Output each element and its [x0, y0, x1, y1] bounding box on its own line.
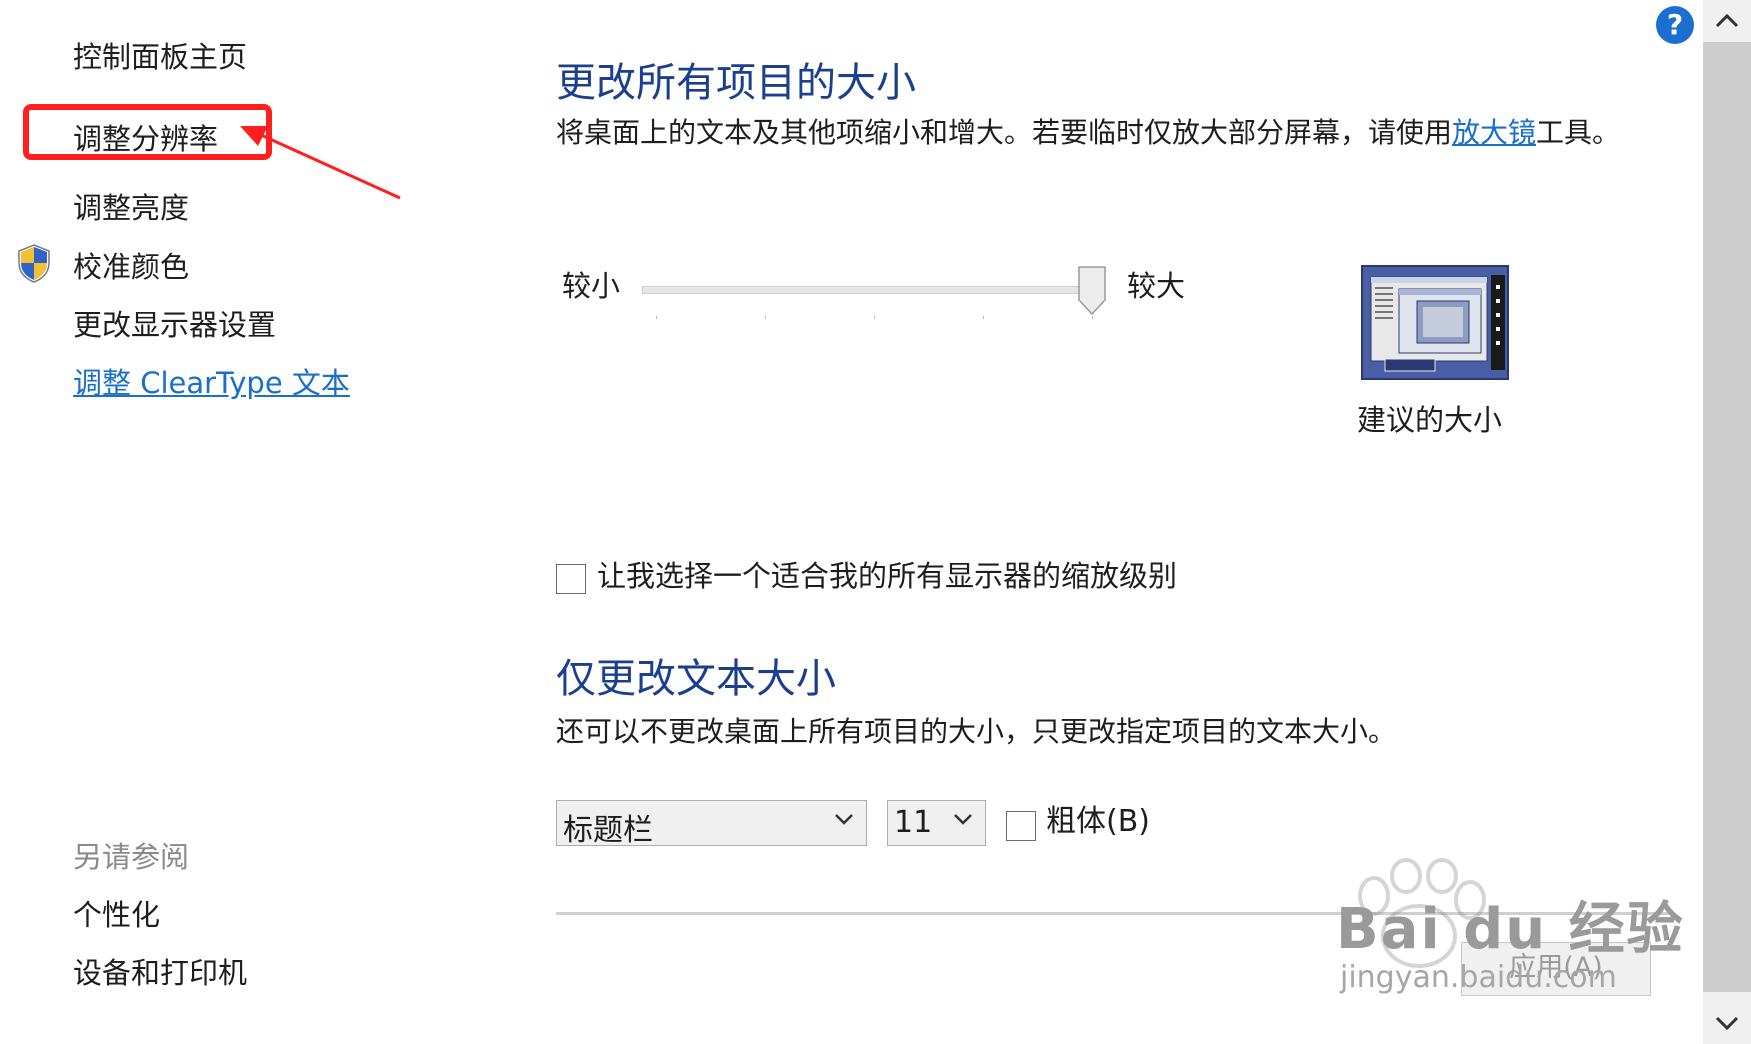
slider-tick — [983, 316, 984, 319]
slider-thumb[interactable] — [1078, 266, 1106, 316]
chevron-down-icon — [954, 814, 972, 825]
sidebar-item-control-panel-home[interactable]: 控制面板主页 — [73, 34, 247, 76]
description-text-end: 工具。 — [1536, 116, 1621, 149]
section-description: 将桌面上的文本及其他项缩小和增大。若要临时仅放大部分屏幕，请使用放大镜工具。 — [556, 113, 1656, 153]
watermark-url: jingyan.baidu.com — [1340, 960, 1617, 995]
scrollbar-thumb[interactable] — [1703, 42, 1751, 992]
scroll-down-arrow-icon[interactable] — [1703, 1002, 1751, 1042]
chevron-down-icon — [835, 814, 853, 825]
see-also-title: 另请参阅 — [73, 840, 190, 874]
size-slider-track[interactable] — [642, 286, 1096, 294]
item-select-value: 标题栏 — [563, 813, 653, 848]
slider-min-label: 较小 — [562, 269, 621, 303]
size-select-dropdown[interactable]: 11 — [887, 800, 986, 846]
section-title-text-size: 仅更改文本大小 — [556, 656, 836, 702]
section2-description: 还可以不更改桌面上所有项目的大小，只更改指定项目的文本大小。 — [556, 715, 1397, 748]
slider-tick — [656, 316, 657, 319]
bold-checkbox[interactable] — [1006, 811, 1036, 841]
size-preview-image — [1361, 265, 1509, 380]
scroll-up-arrow-icon[interactable] — [1703, 2, 1751, 42]
slider-tick — [874, 316, 875, 319]
see-also-devices-printers[interactable]: 设备和打印机 — [73, 950, 247, 992]
bold-checkbox-label[interactable]: 粗体(B) — [1046, 802, 1150, 842]
scale-level-checkbox[interactable] — [556, 564, 586, 594]
help-icon[interactable]: ? — [1656, 6, 1694, 44]
sidebar-item-calibrate-color[interactable]: 校准颜色 — [73, 244, 189, 286]
sidebar-item-adjust-brightness[interactable]: 调整亮度 — [73, 185, 189, 227]
preview-caption: 建议的大小 — [1357, 403, 1503, 437]
item-select-dropdown[interactable]: 标题栏 — [556, 800, 867, 848]
magnifier-link[interactable]: 放大镜 — [1452, 116, 1536, 149]
slider-tick — [765, 316, 766, 319]
description-text: 将桌面上的文本及其他项缩小和增大。若要临时仅放大部分屏幕，请使用 — [556, 116, 1453, 149]
red-arrow-annotation — [240, 126, 401, 200]
size-select-value: 11 — [894, 805, 933, 840]
see-also-personalization[interactable]: 个性化 — [73, 892, 160, 934]
sidebar-item-cleartype[interactable]: 调整 ClearType 文本 — [73, 360, 350, 402]
window-preview-icon — [1363, 267, 1507, 378]
uac-shield-icon — [18, 244, 50, 283]
sidebar-item-change-display-settings[interactable]: 更改显示器设置 — [73, 302, 276, 344]
scale-level-label[interactable]: 让我选择一个适合我的所有显示器的缩放级别 — [597, 556, 1177, 596]
section-title-change-size: 更改所有项目的大小 — [556, 60, 916, 106]
slider-max-label: 较大 — [1127, 269, 1186, 303]
watermark-brand: Bai du 经验 — [1336, 897, 1685, 962]
slider-tick — [1092, 316, 1093, 319]
